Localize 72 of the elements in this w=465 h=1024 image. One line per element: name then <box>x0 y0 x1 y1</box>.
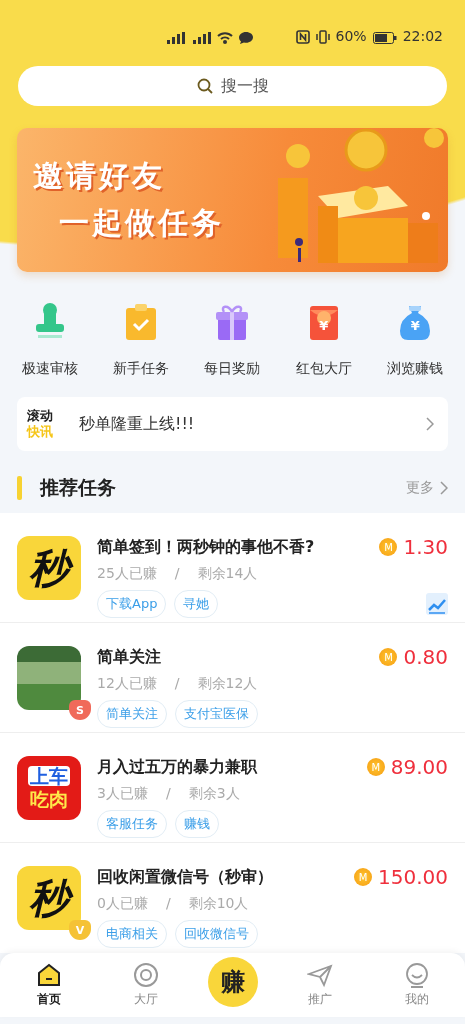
level-badge: V <box>69 920 91 940</box>
target-icon <box>132 962 159 988</box>
app-logo: 秒 <box>17 536 81 600</box>
task-reward: 1.30 <box>403 535 448 559</box>
search-icon <box>196 78 213 94</box>
earn-button[interactable]: 赚 <box>207 957 258 1007</box>
news-text: 秒单隆重上线!!! <box>79 413 196 435</box>
task-title[interactable]: 回收闲置微信号（秒审） <box>97 866 348 888</box>
shortcut-label: 浏览赚钱 <box>387 360 444 378</box>
nav-tab[interactable]: 首页 <box>13 962 84 1008</box>
shortcut-item[interactable]: 每日奖励 <box>187 302 278 378</box>
earned-count: 0人已赚 <box>97 895 148 913</box>
nav-label: 首页 <box>36 991 61 1008</box>
separator: / <box>165 895 171 913</box>
remaining-count: 剩余12人 <box>197 675 258 693</box>
earned-count: 12人已赚 <box>97 675 157 693</box>
remaining-count: 剩余14人 <box>197 565 258 583</box>
nav-label: 我的 <box>404 991 429 1008</box>
news-label: 滚动 快讯 <box>27 408 53 440</box>
shortcut-label: 每日奖励 <box>204 360 261 378</box>
shortcut-item[interactable]: ¥ 红包大厅 <box>278 302 369 378</box>
task-reward: 0.80 <box>403 645 448 669</box>
shortcut-label: 极速审核 <box>21 360 78 378</box>
task-title[interactable]: 月入过五万的暴力兼职 <box>97 756 361 778</box>
search-placeholder: 搜一搜 <box>220 75 269 97</box>
vibrate-icon <box>315 30 330 44</box>
nav-tab[interactable]: 大厅 <box>110 962 181 1008</box>
shortcut-item[interactable]: 新手任务 <box>96 302 187 378</box>
task-reward: 89.00 <box>390 755 448 779</box>
earned-count: 25人已赚 <box>97 565 157 583</box>
search-field[interactable]: 搜一搜 <box>18 66 447 106</box>
paper-plane-icon <box>306 962 333 988</box>
separator: / <box>174 565 180 583</box>
nav-tab[interactable]: 我的 <box>381 962 452 1008</box>
clock-time: 22:02 <box>402 28 443 44</box>
nav-label: 大厅 <box>133 991 158 1008</box>
battery-percentage: 60% <box>335 28 367 44</box>
wifi-icon <box>217 32 233 44</box>
task-reward: 150.00 <box>378 865 448 889</box>
coin-icon: M <box>379 648 398 666</box>
banner-headline: 一起做任务 <box>58 204 224 242</box>
shortcut-item[interactable]: 极速审核 <box>4 302 95 378</box>
level-badge: S <box>69 700 91 720</box>
separator: / <box>165 785 171 803</box>
chat-icon <box>239 32 253 44</box>
home-icon <box>35 962 62 988</box>
section-title: 推荐任务 <box>40 475 117 500</box>
remaining-count: 剩余10人 <box>188 895 249 913</box>
signal-icon <box>165 32 185 44</box>
nfc-icon <box>295 30 310 44</box>
separator: / <box>174 675 180 693</box>
earned-count: 3人已赚 <box>97 785 148 803</box>
nav-tab[interactable]: 推广 <box>284 962 355 1008</box>
task-title[interactable]: 简单关注 <box>97 646 374 668</box>
section-marker <box>17 476 22 500</box>
nav-label: 推广 <box>307 991 332 1008</box>
coin-icon: M <box>366 758 385 776</box>
shortcut-label: 新手任务 <box>113 360 170 378</box>
smiley-icon <box>403 962 430 988</box>
coin-icon: M <box>354 868 372 886</box>
banner-headline: 邀请好友 <box>33 157 166 195</box>
battery-icon <box>372 32 397 44</box>
app-logo: 上车 吃肉 <box>17 756 81 820</box>
coin-icon: M <box>379 538 398 556</box>
signal-icon <box>191 32 211 44</box>
shortcut-item[interactable]: ¥ 浏览赚钱 <box>370 302 461 378</box>
news-ticker[interactable]: 滚动 快讯 秒单隆重上线!!! <box>17 397 448 451</box>
shortcut-label: 红包大厅 <box>295 360 352 378</box>
task-title[interactable]: 简单签到！两秒钟的事他不香? <box>97 536 374 558</box>
remaining-count: 剩余3人 <box>188 785 240 803</box>
chevron-right-icon[interactable] <box>440 481 448 495</box>
chevron-right-icon <box>426 417 434 431</box>
